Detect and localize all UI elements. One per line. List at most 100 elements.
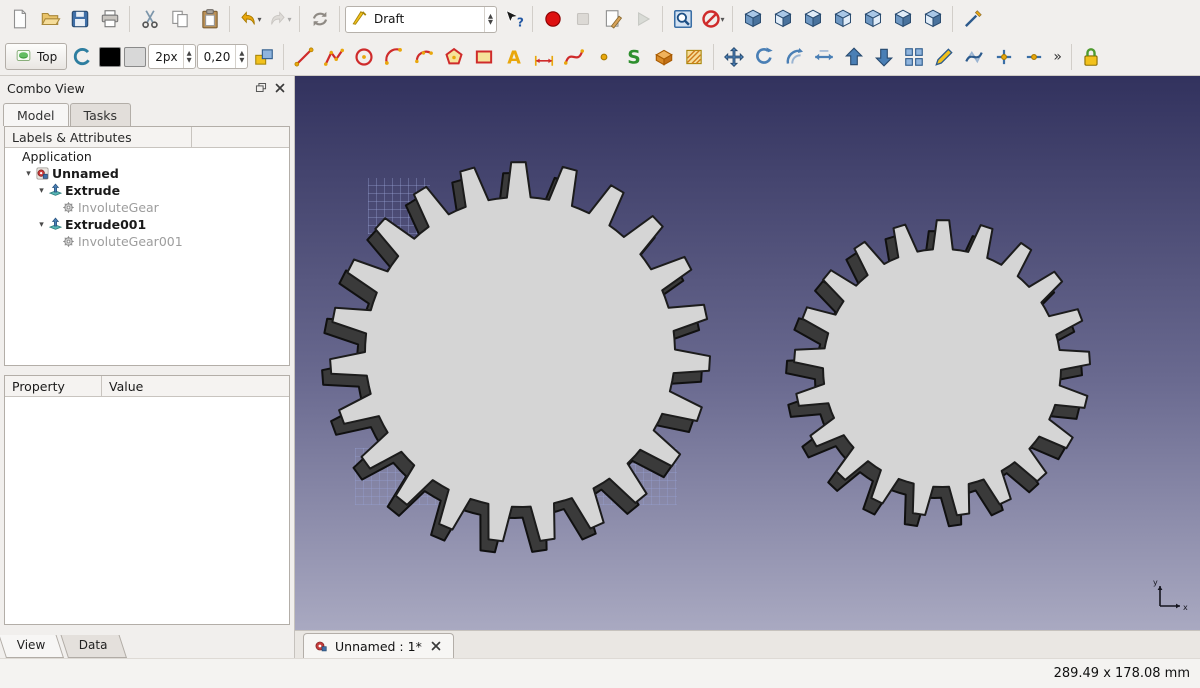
print-button[interactable] (95, 4, 124, 34)
float-panel-icon[interactable] (254, 81, 268, 95)
draft-add-point-button[interactable] (989, 42, 1018, 72)
value-column-header[interactable]: Value (102, 376, 289, 396)
snap-lock-button[interactable] (1077, 42, 1106, 72)
tree-item-label: Extrude001 (65, 217, 146, 232)
axis-y-label: y (1153, 578, 1158, 587)
draft-bspline-button[interactable] (559, 42, 588, 72)
draft-hatch-button[interactable] (679, 42, 708, 72)
tab-model[interactable]: Model (3, 103, 69, 126)
text-scale-spinner-arrows[interactable]: ▲▼ (235, 45, 247, 68)
undo-button-dropdown-icon[interactable]: ▾ (257, 15, 261, 24)
draft-dimension-button[interactable] (529, 42, 558, 72)
paste-button[interactable] (195, 4, 224, 34)
draft-rectangle-button[interactable] (469, 42, 498, 72)
workbench-selector-spin-icons[interactable]: ▲▼ (484, 7, 496, 32)
draft-array-button[interactable] (899, 42, 928, 72)
close-document-icon[interactable] (429, 639, 443, 653)
refresh-button[interactable] (305, 4, 334, 34)
line-width-spinner-arrows[interactable]: ▲▼ (183, 45, 195, 68)
tree-item-involutegear001[interactable]: InvoluteGear001 (5, 233, 289, 250)
draw-style-button-dropdown-icon[interactable]: ▾ (720, 15, 724, 24)
view-bottom-button[interactable] (888, 4, 917, 34)
draft-text-button[interactable]: A (499, 42, 528, 72)
face-color-swatch[interactable] (124, 47, 146, 67)
gear-scene (295, 76, 1200, 630)
view-left-button[interactable] (918, 4, 947, 34)
fit-all-button[interactable] (668, 4, 697, 34)
draft-trimex-button[interactable] (809, 42, 838, 72)
panel-splitter[interactable] (0, 366, 294, 375)
draft-arc-3points-button[interactable] (409, 42, 438, 72)
draft-point-button[interactable] (589, 42, 618, 72)
construction-mode-button[interactable] (68, 42, 97, 72)
expander-icon[interactable]: ▾ (35, 220, 48, 230)
copy-button[interactable] (165, 4, 194, 34)
working-plane-button[interactable]: Top (5, 43, 67, 70)
line-width-spinner[interactable]: 2px▲▼ (148, 44, 195, 69)
toolbar-overflow-chevron[interactable]: » (1049, 49, 1066, 65)
InvoluteGear-face[interactable] (330, 162, 710, 541)
workbench-selector[interactable]: Draft▲▼ (345, 6, 497, 33)
tab-data[interactable]: Data (61, 635, 127, 658)
text-scale-spinner[interactable]: 0,20▲▼ (197, 44, 249, 69)
line-color-swatch[interactable] (99, 47, 121, 67)
draft-line-button[interactable] (289, 42, 318, 72)
redo-button-dropdown-icon[interactable]: ▾ (287, 15, 291, 24)
tree-item-involutegear[interactable]: InvoluteGear (5, 199, 289, 216)
macro-play-button[interactable] (628, 4, 657, 34)
property-editor: Property Value (4, 375, 290, 625)
view-rear-button[interactable] (858, 4, 887, 34)
tree-item-extrude001[interactable]: ▾ Extrude001 (5, 216, 289, 233)
draft-arc-button[interactable] (379, 42, 408, 72)
view-front-button[interactable] (768, 4, 797, 34)
save-button[interactable] (65, 4, 94, 34)
axis-x-label: x (1183, 603, 1188, 612)
draft-del-point-button[interactable] (1019, 42, 1048, 72)
macro-record-button[interactable] (538, 4, 567, 34)
view-right-button[interactable] (828, 4, 857, 34)
draft-edit-button[interactable] (929, 42, 958, 72)
draft-polyline-button[interactable] (319, 42, 348, 72)
3d-viewport[interactable]: x y (295, 76, 1200, 630)
toolbar-separator (662, 6, 663, 32)
draft-polygon-button[interactable] (439, 42, 468, 72)
draft-move-button[interactable] (719, 42, 748, 72)
draft-upgrade-button[interactable] (839, 42, 868, 72)
toolbar-separator (283, 44, 284, 70)
draft-shapestring-button[interactable]: S (619, 42, 648, 72)
draft-wire-to-bspline-button[interactable] (959, 42, 988, 72)
draft-circle-button[interactable] (349, 42, 378, 72)
tree-item-unnamed[interactable]: ▾Unnamed (5, 165, 289, 182)
cut-button[interactable] (135, 4, 164, 34)
tree-column-header[interactable]: Labels & Attributes (5, 127, 192, 147)
view-axonometric-button[interactable] (738, 4, 767, 34)
draft-facebinder-button[interactable] (649, 42, 678, 72)
undo-button[interactable]: ▾ (235, 4, 264, 34)
macro-edit-button[interactable] (598, 4, 627, 34)
plane-top-icon (15, 47, 32, 67)
combo-view-titlebar[interactable]: Combo View (0, 76, 294, 100)
InvoluteGear001-face[interactable] (794, 220, 1090, 515)
measure-distance-button[interactable] (958, 4, 987, 34)
tab-tasks[interactable]: Tasks (70, 103, 132, 126)
expander-icon[interactable]: ▾ (22, 169, 35, 179)
view-top-button[interactable] (798, 4, 827, 34)
draft-offset-button[interactable] (779, 42, 808, 72)
close-panel-icon[interactable] (273, 81, 287, 95)
draft-downgrade-button[interactable] (869, 42, 898, 72)
property-column-header[interactable]: Property (5, 376, 102, 396)
whats-this-button[interactable]: ? (498, 4, 527, 34)
draw-style-button[interactable]: ▾ (698, 4, 727, 34)
document-tab-unnamed[interactable]: Unnamed : 1* (303, 633, 454, 658)
gear-icon (61, 200, 78, 215)
redo-button[interactable]: ▾ (265, 4, 294, 34)
draft-rotate-button[interactable] (749, 42, 778, 72)
tab-view[interactable]: View (0, 635, 64, 658)
tree-item-extrude[interactable]: ▾Extrude (5, 182, 289, 199)
open-document-button[interactable] (35, 4, 64, 34)
autogroup-button[interactable] (249, 42, 278, 72)
new-document-button[interactable] (5, 4, 34, 34)
tree-item-application: Application (5, 148, 289, 165)
expander-icon[interactable]: ▾ (35, 186, 48, 196)
macro-stop-button[interactable] (568, 4, 597, 34)
